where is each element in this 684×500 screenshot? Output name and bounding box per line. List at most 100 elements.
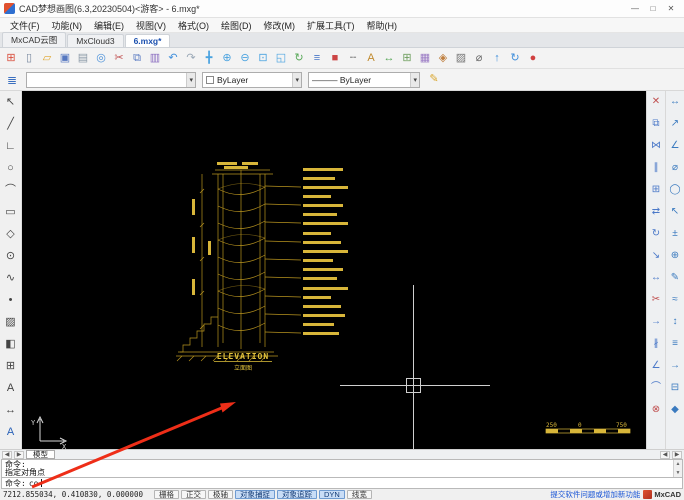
menu-edit[interactable]: 编辑(E) [88,19,130,32]
mirror-icon[interactable]: ⋈ [648,138,664,154]
copy-icon[interactable]: ⧉ [129,50,145,66]
command-history-scrollbar[interactable]: ▲ ▼ [673,460,682,477]
toggle-lineweight[interactable]: 线宽 [346,490,372,499]
extend-icon[interactable]: → [648,314,664,330]
trim-icon[interactable]: ✂ [648,292,664,308]
cloud-upload-icon[interactable]: ↑ [489,50,505,66]
redo-icon[interactable]: ↷ [183,50,199,66]
linear-dim-icon[interactable]: ↔ [667,94,683,110]
stretch-icon[interactable]: ↔ [648,270,664,286]
dim-edit-icon[interactable]: ✎ [667,270,683,286]
mtext-icon[interactable]: A [2,380,19,397]
explode-icon[interactable]: ⊗ [648,402,664,418]
paste-icon[interactable]: ▥ [147,50,163,66]
angular-dim-icon[interactable]: ∠ [667,138,683,154]
drawing-canvas[interactable]: ELEVATION 立面图 250 0 750 Y X [22,91,646,449]
offset-icon[interactable]: ∥ [648,160,664,176]
layout-next-button[interactable]: ▶ [14,450,24,459]
erase-icon[interactable]: ✕ [648,94,664,110]
point-icon[interactable]: • [2,292,19,309]
layer-combo[interactable]: ▾ [26,71,196,88]
select-icon[interactable]: ↖ [2,94,19,111]
app-home-icon[interactable]: ⊞ [3,50,19,66]
record-icon[interactable]: ● [525,50,541,66]
continue-dim-icon[interactable]: → [667,358,683,374]
polygon-icon[interactable]: ◇ [2,226,19,243]
zoom-extents-icon[interactable]: ◱ [273,50,289,66]
arc-icon[interactable]: ⌒ [2,182,19,199]
mark-icon[interactable]: ◆ [667,402,683,418]
menu-draw[interactable]: 绘图(D) [215,19,258,32]
layout-tab-model[interactable]: 模型 [26,450,55,459]
hscroll-left-button[interactable]: ◀ [660,450,670,459]
line-icon[interactable]: ╱ [2,116,19,133]
text-style-icon[interactable]: A [2,424,19,441]
menu-modify[interactable]: 修改(M) [258,19,302,32]
scroll-down-icon[interactable]: ▼ [676,470,681,476]
save-icon[interactable]: ▣ [57,50,73,66]
hatch-icon[interactable]: ▨ [2,314,19,331]
measure-icon[interactable]: ⌀ [471,50,487,66]
maximize-button[interactable]: □ [644,4,662,13]
table-icon[interactable]: ⊞ [399,50,415,66]
leader-icon[interactable]: ↖ [667,204,683,220]
toggle-dyn[interactable]: DYN [318,490,345,499]
toggle-polar[interactable]: 极轴 [207,490,233,499]
array-icon[interactable]: ⊞ [648,182,664,198]
rotate-icon[interactable]: ↻ [648,226,664,242]
tolerance-icon[interactable]: ± [667,226,683,242]
color-swatch-icon[interactable]: ■ [327,50,343,66]
cloud-sync-icon[interactable]: ↻ [507,50,523,66]
open-folder-icon[interactable]: ▱ [39,50,55,66]
table-icon[interactable]: ⊞ [2,358,19,375]
ordinate-dim-icon[interactable]: ↕ [667,314,683,330]
zoom-in-icon[interactable]: ⊕ [219,50,235,66]
polyline-icon[interactable]: ∟ [2,138,19,155]
toggle-grid[interactable]: 栅格 [153,490,179,499]
hatch-icon[interactable]: ▨ [453,50,469,66]
radius-dim-icon[interactable]: ◯ [667,182,683,198]
diameter-dim-icon[interactable]: ⌀ [667,160,683,176]
circle-icon[interactable]: ○ [2,160,19,177]
toggle-ortho[interactable]: 正交 [180,490,206,499]
menu-view[interactable]: 视图(V) [130,19,172,32]
copy-icon[interactable]: ⧉ [648,116,664,132]
hscroll-right-button[interactable]: ▶ [672,450,682,459]
linetype-combo[interactable]: ——— ByLayer ▾ [308,71,420,88]
new-file-icon[interactable]: ▯ [21,50,37,66]
feedback-link[interactable]: 提交软件问题或增加新功能 [550,489,640,500]
print-icon[interactable]: ▤ [75,50,91,66]
tab-mxcad-cloud[interactable]: MxCAD云图 [2,32,67,47]
aligned-dim-icon[interactable]: ↗ [667,116,683,132]
dimension-icon[interactable]: ↔ [2,402,19,419]
image-icon[interactable]: ▦ [417,50,433,66]
color-combo[interactable]: ByLayer ▾ [202,71,302,88]
minimize-button[interactable]: — [626,4,644,13]
text-icon[interactable]: A [363,50,379,66]
toggle-osnap[interactable]: 对象捕捉 [234,490,275,499]
undo-icon[interactable]: ↶ [165,50,181,66]
pan-icon[interactable]: ╋ [201,50,217,66]
layout-prev-button[interactable]: ◀ [2,450,12,459]
tab-mxcloud[interactable]: MxCloud3 [67,34,124,47]
rectangle-icon[interactable]: ▭ [2,204,19,221]
quick-dim-icon[interactable]: ⊟ [667,380,683,396]
menu-function[interactable]: 功能(N) [46,19,89,32]
toggle-otrack[interactable]: 对象追踪 [276,490,317,499]
regen-icon[interactable]: ↻ [291,50,307,66]
menu-format[interactable]: 格式(O) [172,19,215,32]
pencil-icon[interactable]: ✎ [426,72,442,88]
layer-manager-icon[interactable]: ≣ [4,72,20,88]
break-icon[interactable]: ∦ [648,336,664,352]
plot-preview-icon[interactable]: ◎ [93,50,109,66]
zoom-window-icon[interactable]: ⊡ [255,50,271,66]
linetype-icon[interactable]: ╌ [345,50,361,66]
center-mark-icon[interactable]: ⊕ [667,248,683,264]
close-button[interactable]: ✕ [662,4,680,13]
spline-icon[interactable]: ∿ [2,270,19,287]
dimension-icon[interactable]: ↔ [381,50,397,66]
layers-icon[interactable]: ≡ [309,50,325,66]
chamfer-icon[interactable]: ∠ [648,358,664,374]
baseline-dim-icon[interactable]: ≡ [667,336,683,352]
command-input-row[interactable]: 命令: co [1,478,683,489]
